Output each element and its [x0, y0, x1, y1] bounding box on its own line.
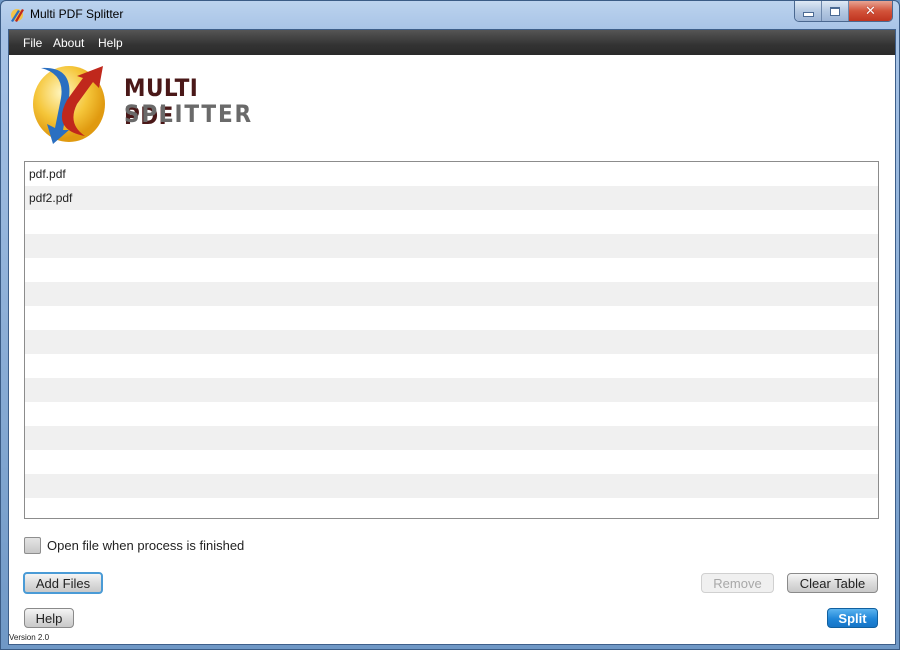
- menu-about[interactable]: About: [53, 36, 84, 50]
- app-logo: MULTI PDF SPLITTER: [23, 60, 258, 145]
- table-row[interactable]: [25, 498, 878, 518]
- table-row[interactable]: [25, 258, 878, 282]
- split-button[interactable]: Split: [827, 608, 878, 628]
- close-icon: ✕: [865, 3, 876, 19]
- table-row[interactable]: [25, 210, 878, 234]
- add-files-button[interactable]: Add Files: [23, 572, 103, 594]
- open-when-finished-option[interactable]: Open file when process is finished: [24, 537, 244, 554]
- open-when-finished-checkbox[interactable]: [24, 537, 41, 554]
- table-row[interactable]: [25, 234, 878, 258]
- client-area: File About Help MULTI PDF SPLITTER pdf.p…: [8, 29, 896, 645]
- table-row[interactable]: [25, 402, 878, 426]
- table-row[interactable]: [25, 378, 878, 402]
- table-row[interactable]: [25, 426, 878, 450]
- close-button[interactable]: ✕: [849, 1, 892, 21]
- table-row[interactable]: [25, 354, 878, 378]
- minimize-icon: [802, 11, 814, 17]
- app-window: Multi PDF Splitter ✕ File About Help MUL…: [0, 0, 900, 650]
- title-bar[interactable]: Multi PDF Splitter ✕: [1, 1, 899, 29]
- menu-file[interactable]: File: [23, 36, 42, 50]
- file-table[interactable]: pdf.pdf pdf2.pdf: [24, 161, 879, 519]
- table-row[interactable]: pdf2.pdf: [25, 186, 878, 210]
- clear-table-button[interactable]: Clear Table: [787, 573, 878, 593]
- table-row[interactable]: [25, 306, 878, 330]
- table-row[interactable]: [25, 450, 878, 474]
- menu-bar: File About Help: [9, 30, 895, 55]
- table-row[interactable]: pdf.pdf: [25, 162, 878, 186]
- maximize-icon: [830, 6, 840, 16]
- maximize-button[interactable]: [822, 1, 849, 21]
- window-controls: ✕: [794, 1, 893, 22]
- menu-help[interactable]: Help: [98, 36, 123, 50]
- app-icon: [11, 9, 24, 22]
- minimize-button[interactable]: [795, 1, 822, 21]
- remove-button[interactable]: Remove: [701, 573, 774, 593]
- open-when-finished-label: Open file when process is finished: [47, 538, 245, 553]
- logo-graphic: [33, 66, 105, 144]
- table-row[interactable]: [25, 330, 878, 354]
- version-label: Version 2.0: [9, 633, 50, 642]
- table-row[interactable]: [25, 474, 878, 498]
- logo-title-line2: SPLITTER: [124, 100, 253, 128]
- help-button[interactable]: Help: [24, 608, 74, 628]
- table-row[interactable]: [25, 282, 878, 306]
- window-title: Multi PDF Splitter: [30, 7, 124, 21]
